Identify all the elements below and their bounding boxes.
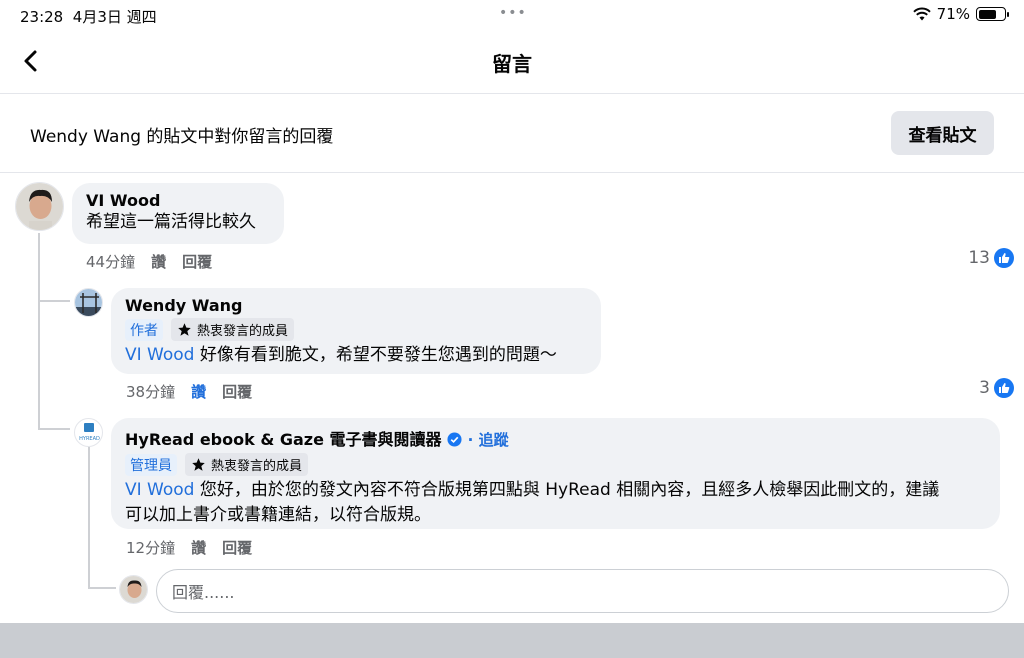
status-time: 23:28 4月3日 週四 <box>20 8 157 26</box>
reply-input[interactable]: 回覆...... <box>156 569 1009 613</box>
comment-text: 希望這一篇活得比較久 <box>86 212 256 232</box>
mention-link[interactable]: VI Wood <box>125 480 194 500</box>
page-title: 留言 <box>492 52 532 76</box>
banner-text: Wendy Wang 的貼文中對你留言的回覆 <box>30 127 334 147</box>
badge-label: 熱衷發言的成員 <box>197 324 289 339</box>
comment-bubble: VI Wood 希望這一篇活得比較久 <box>72 183 284 244</box>
badge-label: 熱衷發言的成員 <box>211 459 303 474</box>
badge-row: 作者 熱衷發言的成員 <box>125 318 587 341</box>
like-count[interactable]: 13 <box>968 248 1014 268</box>
thread-connector <box>38 300 70 302</box>
view-post-button[interactable]: 查看貼文 <box>891 111 994 155</box>
battery-icon <box>976 7 1009 21</box>
comment-text: VI Wood 您好，由於您的發文內容不符合版規第四點與 HyRead 相關內容… <box>125 480 940 525</box>
comment-author[interactable]: HyRead ebook & Gaze 電子書與閱讀器 <box>125 430 442 449</box>
wifi-icon <box>912 7 931 21</box>
comment-actions: 12分鐘 讚 回覆 <box>126 537 252 558</box>
comment-author-row: HyRead ebook & Gaze 電子書與閱讀器 · 追蹤 <box>125 426 986 450</box>
thread-line <box>88 447 90 587</box>
thread-connector <box>38 428 70 430</box>
comment-bubble: HyRead ebook & Gaze 電子書與閱讀器 · 追蹤 管理員 熱衷發… <box>111 418 1000 529</box>
avatar[interactable] <box>15 182 64 231</box>
badge-row: 管理員 熱衷發言的成員 <box>125 453 986 476</box>
comment-author[interactable]: VI Wood <box>86 191 270 210</box>
like-button[interactable]: 讚 <box>151 251 166 272</box>
thumbs-up-icon <box>994 248 1014 268</box>
admin-badge: 管理員 <box>125 453 177 476</box>
avatar[interactable] <box>74 288 103 317</box>
navigation-bar: 留言 <box>0 30 1024 94</box>
like-count-number: 3 <box>979 378 990 398</box>
comment-actions: 38分鐘 讚 回覆 <box>126 381 252 402</box>
star-icon <box>178 323 191 336</box>
verified-badge-icon <box>447 432 462 447</box>
comment-time: 44分鐘 <box>86 253 136 271</box>
status-indicators: 71% <box>912 5 1009 23</box>
multitask-dots-icon[interactable]: ••• <box>499 5 527 21</box>
comment-actions: 44分鐘 讚 回覆 <box>86 251 212 272</box>
reply-button[interactable]: 回覆 <box>182 251 212 272</box>
like-count-number: 13 <box>968 248 990 268</box>
reply-button[interactable]: 回覆 <box>222 381 252 402</box>
like-count[interactable]: 3 <box>979 378 1014 398</box>
thread-connector <box>88 587 116 589</box>
keyboard-area <box>0 623 1024 658</box>
thumbs-up-icon <box>994 378 1014 398</box>
author-badge: 作者 <box>125 318 163 341</box>
reply-button[interactable]: 回覆 <box>222 537 252 558</box>
comment-text: VI Wood 好像有看到脆文，希望不要發生您遇到的問題～ <box>125 345 557 365</box>
like-button[interactable]: 讚 <box>191 537 206 558</box>
like-button[interactable]: 讚 <box>191 381 206 402</box>
hyread-logo-avatar[interactable]: HYREAD <box>74 418 103 447</box>
status-bar: 23:28 4月3日 週四 ••• 71% <box>0 0 1024 30</box>
context-banner: Wendy Wang 的貼文中對你留言的回覆 查看貼文 <box>0 95 1024 173</box>
user-avatar <box>119 575 148 604</box>
top-fan-badge: 熱衷發言的成員 <box>185 453 309 476</box>
mention-link[interactable]: VI Wood <box>125 345 194 365</box>
thread-line <box>38 233 40 428</box>
star-icon <box>192 458 205 471</box>
comment-author[interactable]: Wendy Wang <box>125 296 587 315</box>
comment-time: 12分鐘 <box>126 539 176 557</box>
battery-percent: 71% <box>936 5 970 23</box>
comment-bubble: Wendy Wang 作者 熱衷發言的成員 VI Wood 好像有看到脆文，希望… <box>111 288 601 374</box>
follow-button[interactable]: · 追蹤 <box>468 431 509 449</box>
svg-text:HYREAD: HYREAD <box>79 436 100 442</box>
top-fan-badge: 熱衷發言的成員 <box>171 318 295 341</box>
comment-time: 38分鐘 <box>126 383 176 401</box>
